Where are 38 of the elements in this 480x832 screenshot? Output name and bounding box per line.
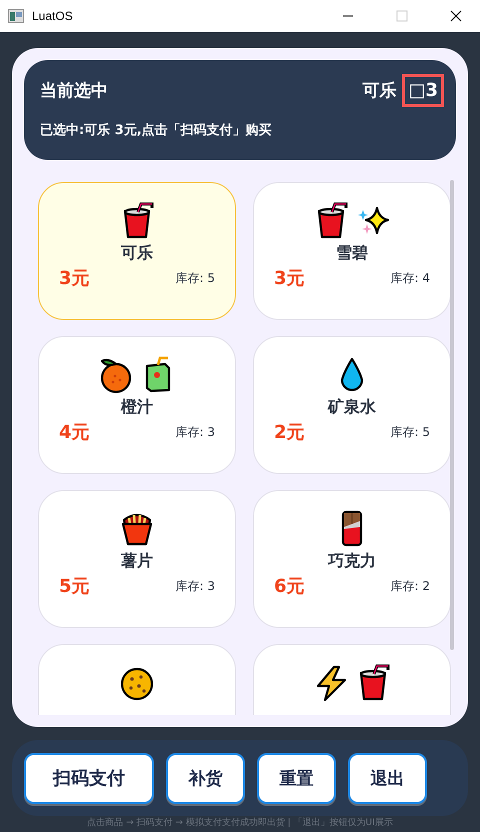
product-price: 2元 bbox=[274, 421, 305, 444]
action-button[interactable]: 重置 bbox=[257, 752, 336, 804]
product-stock: 库存: 5 bbox=[390, 424, 430, 440]
header-title: 当前选中 bbox=[40, 80, 108, 102]
product-card[interactable]: 巧克力 6元 库存: 2 bbox=[253, 490, 451, 628]
selection-message: 已选中:可乐 3元,点击「扫码支付」购买 bbox=[40, 122, 273, 139]
count-badge: □3 bbox=[402, 74, 444, 107]
product-card[interactable]: 可乐 3元 库存: 5 bbox=[38, 182, 236, 320]
window-title: LuatOS bbox=[32, 9, 74, 23]
product-price: 3元 bbox=[59, 267, 90, 290]
product-name: 薯片 bbox=[121, 551, 153, 572]
selected-name: 可乐 bbox=[362, 80, 396, 102]
product-name: 雪碧 bbox=[336, 243, 368, 264]
product-price: 4元 bbox=[59, 421, 90, 444]
product-card[interactable]: 矿泉水 2元 库存: 5 bbox=[253, 336, 451, 474]
app-icon bbox=[8, 9, 24, 23]
close-icon[interactable] bbox=[450, 10, 462, 22]
product-stock: 库存: 3 bbox=[176, 424, 215, 440]
citrus-fruit-icon bbox=[98, 356, 134, 394]
action-button[interactable]: 退出 bbox=[348, 752, 427, 804]
scrollbar[interactable] bbox=[450, 180, 454, 650]
product-price: 3元 bbox=[274, 267, 305, 290]
product-card[interactable]: 橙汁 4元 库存: 3 bbox=[38, 336, 236, 474]
product-card[interactable]: 雪碧 3元 库存: 4 bbox=[253, 182, 451, 320]
product-stock: 库存: 4 bbox=[390, 270, 430, 286]
product-name: 矿泉水 bbox=[328, 397, 376, 418]
product-name: 橙汁 bbox=[121, 397, 153, 418]
product-price: 6元 bbox=[274, 575, 305, 598]
product-stock: 库存: 5 bbox=[176, 270, 215, 286]
action-button[interactable]: 补货 bbox=[166, 752, 245, 804]
product-card[interactable]: 薯片 5元 库存: 3 bbox=[38, 490, 236, 628]
product-stock: 库存: 2 bbox=[390, 578, 430, 594]
action-button[interactable]: 扫码支付 bbox=[24, 752, 154, 804]
product-price: 5元 bbox=[59, 575, 90, 598]
product-name: 巧克力 bbox=[328, 551, 376, 572]
product-stock: 库存: 3 bbox=[176, 578, 215, 594]
product-name: 可乐 bbox=[121, 243, 153, 264]
hint-text: 点击商品 → 扫码支付 → 模拟支付支付成功即出货 | 「退出」按钮仅为UI展示 bbox=[86, 818, 394, 829]
